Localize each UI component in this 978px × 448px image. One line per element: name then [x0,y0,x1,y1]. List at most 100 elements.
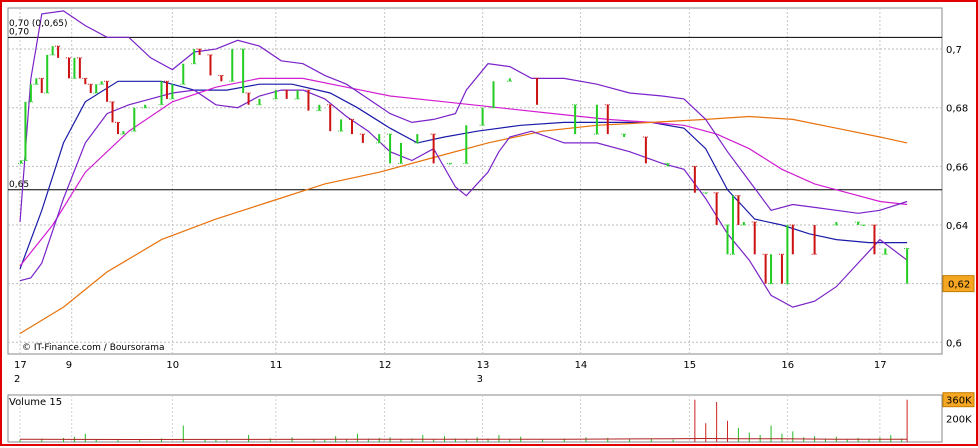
candle-body [857,222,860,225]
candle-body [165,81,168,99]
x-tick-label: 15 [683,360,696,371]
candle-body [160,81,163,105]
candle-body [432,134,435,164]
candle-body [644,137,647,164]
month-label: 2 [14,374,20,385]
x-tick-label: 11 [270,360,283,371]
candle-body [307,90,310,111]
candle-body [399,142,402,164]
candle-body [574,104,577,135]
candle-body [78,57,81,79]
candle-body [731,195,734,255]
candle-body [100,81,103,85]
candle-body [873,224,876,255]
candle-body [508,78,511,82]
x-tick-label: 9 [66,360,72,371]
candle-body [595,104,598,135]
chart-frame: 0,700,650,70,680,660,640,620,60,62179101… [0,0,978,446]
candle-body [116,122,119,135]
candle-body [481,107,484,126]
candle-body [726,224,729,255]
volume-tick-label: 200K [946,415,972,426]
x-tick-label: 13 [477,360,490,371]
volume-panel [7,394,943,443]
candle-body [296,90,299,99]
candle-body [220,75,223,82]
x-tick-label: 17 [874,360,887,371]
candle-body [780,254,783,284]
candle-body [171,84,174,99]
candle-body [89,84,92,94]
x-tick-label: 12 [379,360,392,371]
candle-body [715,192,718,225]
candle-body [73,57,76,79]
candle-body [122,131,125,135]
candle-body [29,84,32,102]
candle-body [693,166,696,193]
candle-body [111,101,114,123]
candle-body [416,134,419,143]
candle-body [350,119,353,135]
candle-body [285,90,288,99]
candle-body [884,248,887,255]
candle-body [465,125,468,164]
candle-body [813,224,816,255]
candle-body [764,254,767,284]
candle-body [770,254,773,284]
candle-body [106,81,109,102]
candle-body [247,93,250,105]
month-label: 3 [477,374,483,385]
candle-body [242,49,245,94]
candle-body [35,78,38,85]
candle-body [24,101,27,161]
candle-body [737,195,740,225]
candle-body [389,134,392,164]
candle-body [40,78,43,94]
candle-body [329,104,332,132]
x-tick-label: 17 [14,360,27,371]
candle-body [606,104,609,135]
candle-body [906,248,909,284]
candle-body [742,222,745,225]
top-left-label: 0,70 (0,0,65) [9,19,68,29]
candle-body [144,104,147,108]
candle-body [448,163,451,165]
candle-body [536,78,539,105]
candle-body [20,160,23,164]
candle-body [133,107,136,132]
candle-body [198,49,201,55]
candle-body [57,46,60,58]
candle-body [666,163,669,167]
x-tick-label: 10 [166,360,179,371]
price-panel [7,7,943,355]
candle-body [704,192,707,194]
candle-body [67,57,70,79]
candle-body [318,104,321,111]
candle-body [258,98,261,105]
candle-body [786,224,789,284]
candle-body [623,134,626,138]
candle-body [231,49,234,82]
candle-body [95,84,98,94]
credit-label: © IT-Finance.com / Boursorama [22,343,164,353]
y-tick-label: 0,64 [946,221,968,232]
candle-body [193,49,196,64]
candle-body [492,81,495,108]
candle-body [862,224,865,226]
volume-title: Volume 15 [9,397,62,408]
y-tick-label: 0,7 [946,45,962,56]
candle-body [182,63,185,85]
x-tick-label: 14 [575,360,588,371]
y-tick-label: 0,68 [946,104,968,115]
price-volume-chart: 0,700,650,70,680,660,640,620,60,62179101… [7,7,975,443]
candle-body [361,134,364,143]
candle-body [51,46,54,55]
candle-body [835,222,838,225]
last-price-label: 0,62 [948,280,970,291]
y-tick-label: 0,66 [946,162,968,173]
candle-body [274,90,277,99]
candle-body [791,224,794,255]
y-tick-label: 0,6 [946,338,962,349]
volume-tick-label: 360K [946,396,972,407]
candle-body [378,134,381,143]
